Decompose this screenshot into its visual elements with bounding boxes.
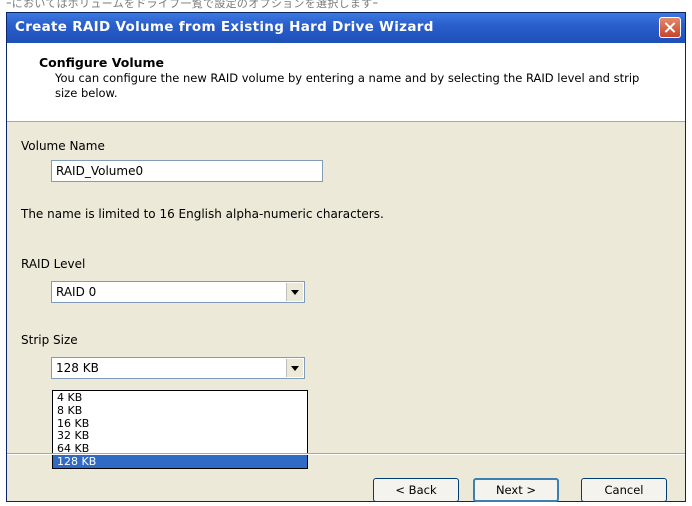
name-hint-text: The name is limited to 16 English alpha-… [21,207,384,221]
title-bar: Create RAID Volume from Existing Hard Dr… [7,13,685,43]
wizard-header: Configure Volume You can configure the n… [7,43,685,122]
close-icon[interactable] [659,17,681,38]
strip-size-select[interactable]: 128 KB [51,357,305,379]
chevron-down-icon[interactable] [286,359,303,377]
chevron-down-icon[interactable] [286,283,303,301]
page-top-strip: ｰにおいてはボリュームをドライブ一覧で設定のオプションを選択しますｰ [0,0,692,12]
window-title: Create RAID Volume from Existing Hard Dr… [15,19,434,35]
strip-size-option[interactable]: 8 KB [53,404,307,417]
wizard-window: Create RAID Volume from Existing Hard Dr… [6,12,686,502]
raid-level-label: RAID Level [21,257,86,271]
strip-size-option[interactable]: 16 KB [53,417,307,430]
next-button[interactable]: Next > [473,478,559,502]
page-strip-text: ｰにおいてはボリュームをドライブ一覧で設定のオプションを選択しますｰ [6,0,379,10]
back-button[interactable]: < Back [373,478,459,502]
header-description: You can configure the new RAID volume by… [55,71,640,100]
raid-level-value: RAID 0 [56,285,97,299]
volume-name-label: Volume Name [21,139,105,153]
strip-size-option[interactable]: 32 KB [53,429,307,442]
cancel-button[interactable]: Cancel [581,478,667,502]
strip-size-value: 128 KB [56,361,99,375]
volume-name-input[interactable]: RAID_Volume0 [51,160,323,182]
strip-size-option[interactable]: 4 KB [53,391,307,404]
strip-size-option-selected[interactable]: 128 KB [53,454,307,468]
strip-size-dropdown-list: 4 KB 8 KB 16 KB 32 KB 64 KB 128 KB [52,390,308,469]
header-title: Configure Volume [39,55,165,70]
button-separator [7,453,685,455]
raid-level-select[interactable]: RAID 0 [51,281,305,303]
strip-size-label: Strip Size [21,333,78,347]
